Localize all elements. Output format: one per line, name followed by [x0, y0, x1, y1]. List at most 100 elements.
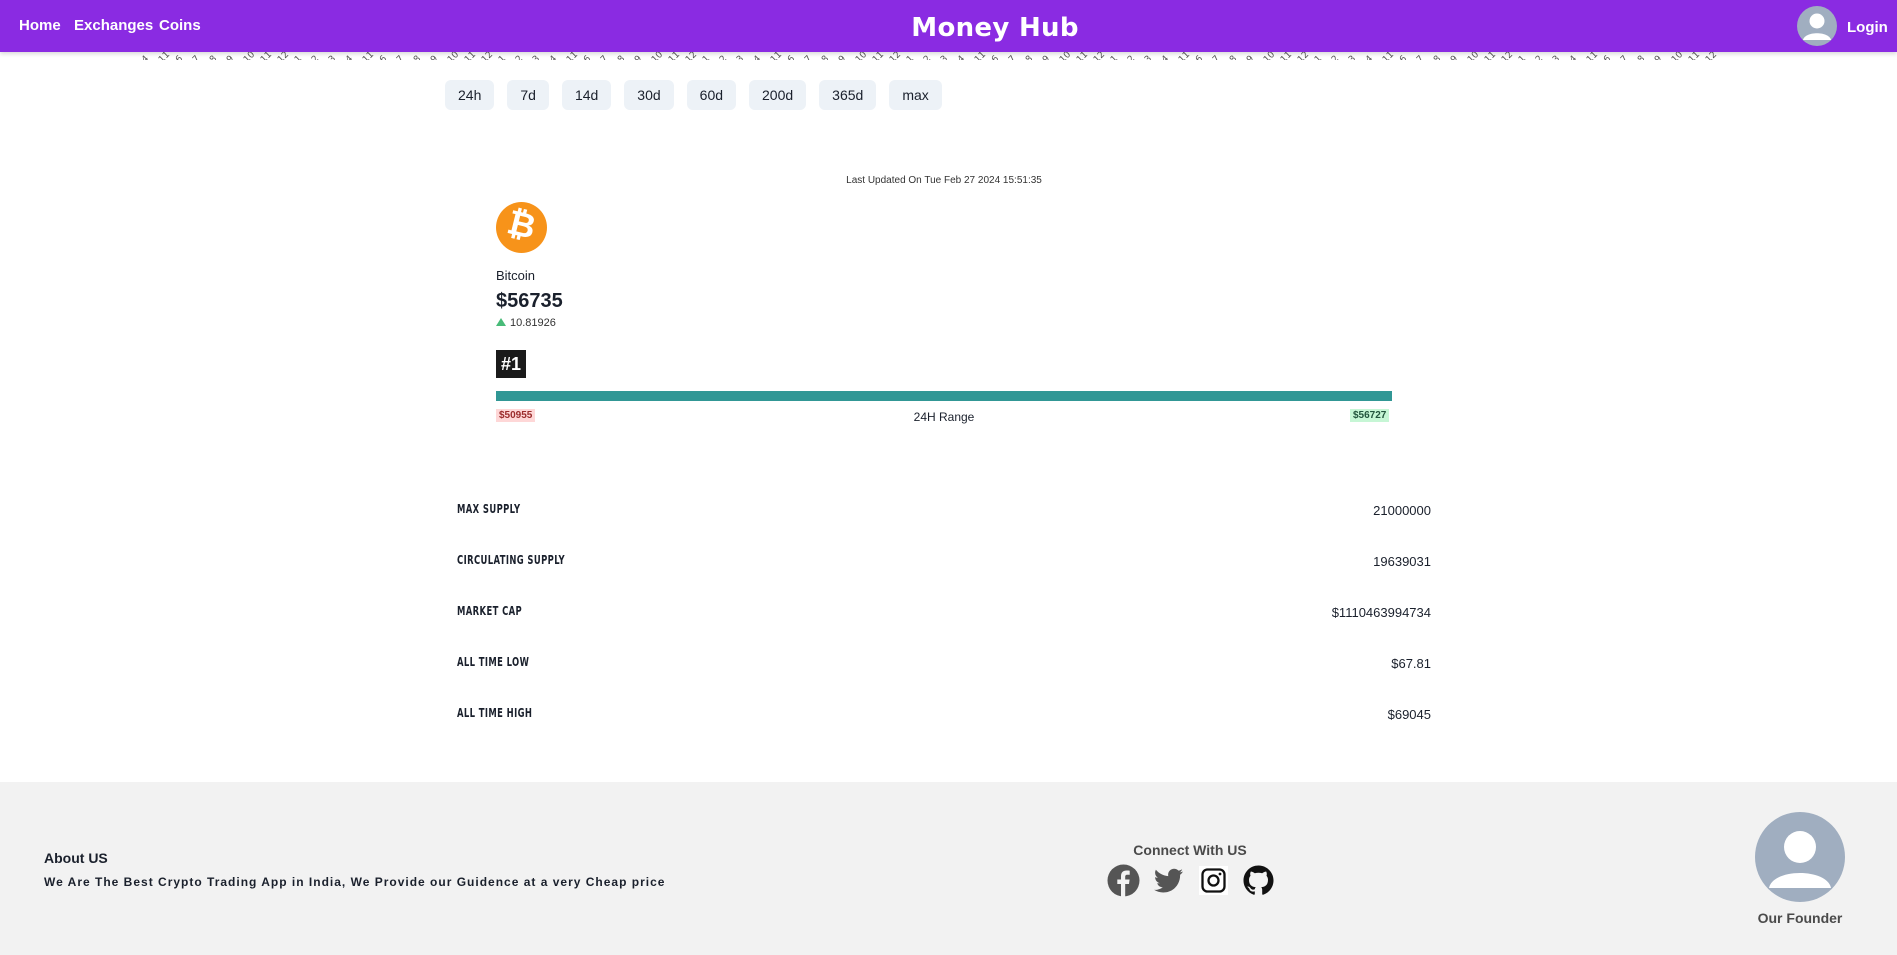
- axis-tick-label: 2: [1126, 53, 1138, 60]
- axis-tick-label: 9: [225, 53, 237, 60]
- axis-tick-label: 9: [633, 53, 645, 60]
- axis-tick-label: 4: [752, 53, 764, 60]
- facebook-icon[interactable]: [1107, 864, 1140, 897]
- top-navbar: Home Exchanges Coins Money Hub Login: [0, 0, 1897, 52]
- range-button-max[interactable]: max: [889, 80, 942, 110]
- coin-name: Bitcoin: [496, 268, 536, 283]
- axis-tick-label: 9: [1449, 53, 1461, 60]
- axis-tick-label: 2: [718, 53, 730, 60]
- range-button-30d[interactable]: 30d: [624, 80, 674, 110]
- axis-tick-label: 4: [344, 53, 356, 60]
- stat-value: $67.81: [1391, 656, 1431, 671]
- axis-tick-label: 7: [1619, 53, 1631, 60]
- stat-label: Max Supply: [457, 502, 521, 516]
- axis-tick-label: 9: [429, 53, 441, 60]
- axis-tick-label: 6: [786, 53, 798, 60]
- axis-tick-label: 4: [956, 53, 968, 60]
- stat-label: Circulating Supply: [457, 553, 566, 567]
- axis-tick-label: 9: [837, 53, 849, 60]
- founder-avatar-icon: [1755, 812, 1845, 902]
- stat-label: All Time High: [457, 706, 533, 720]
- axis-tick-label: 8: [208, 53, 220, 60]
- stat-row-all-time-low: All Time Low $67.81: [457, 655, 1431, 675]
- axis-tick-label: 6: [1602, 53, 1614, 60]
- price-change: 10.81926: [496, 317, 556, 329]
- axis-tick-label: 3: [1347, 53, 1359, 60]
- axis-tick-label: 3: [939, 53, 951, 60]
- stat-value: $1110463994734: [1331, 605, 1431, 620]
- rank-badge: #1: [496, 350, 527, 378]
- axis-tick-label: 6: [174, 53, 186, 60]
- about-title: About US: [44, 850, 108, 866]
- axis-tick-label: 3: [1551, 53, 1563, 60]
- axis-tick-label: 4: [548, 53, 560, 60]
- axis-tick-label: 1: [1109, 53, 1121, 60]
- stat-row-market-cap: Market Cap $1110463994734: [457, 604, 1431, 624]
- stat-row-circulating-supply: Circulating Supply 19639031: [457, 553, 1431, 573]
- stat-row-all-time-high: All Time High $69045: [457, 706, 1431, 726]
- stat-row-max-supply: Max Supply 21000000: [457, 502, 1431, 522]
- login-link[interactable]: Login: [1847, 19, 1888, 36]
- axis-tick-label: 6: [990, 53, 1002, 60]
- github-icon[interactable]: [1242, 864, 1275, 897]
- range-high-badge: $56727: [1350, 409, 1390, 422]
- axis-tick-label: 6: [1398, 53, 1410, 60]
- range-button-365d[interactable]: 365d: [819, 80, 877, 110]
- stat-label: All Time Low: [457, 655, 530, 669]
- range-button-7d[interactable]: 7d: [507, 80, 549, 110]
- axis-tick-label: 7: [1415, 53, 1427, 60]
- axis-tick-label: 3: [327, 53, 339, 60]
- founder-label: Our Founder: [1757, 910, 1843, 926]
- axis-tick-label: 8: [412, 53, 424, 60]
- axis-tick-label: 1: [1517, 53, 1529, 60]
- axis-tick-label: 2: [922, 53, 934, 60]
- axis-tick-label: 8: [616, 53, 628, 60]
- brand-title: Money Hub: [911, 13, 1079, 43]
- axis-tick-label: 1: [701, 53, 713, 60]
- range-button-14d[interactable]: 14d: [561, 80, 612, 110]
- axis-tick-label: 9: [1041, 53, 1053, 60]
- connect-title: Connect With US: [1133, 842, 1247, 858]
- axis-tick-label: 9: [1245, 53, 1257, 60]
- range-button-24h[interactable]: 24h: [445, 80, 495, 110]
- user-avatar-icon[interactable]: [1797, 6, 1837, 46]
- social-links: [1107, 864, 1275, 897]
- range-button-200d[interactable]: 200d: [749, 80, 807, 110]
- footer: About US We Are The Best Crypto Trading …: [0, 782, 1897, 955]
- time-range-selector: 24h 7d 14d 30d 60d 200d 365d max: [445, 80, 942, 110]
- axis-tick-label: 7: [395, 53, 407, 60]
- about-text: We Are The Best Crypto Trading App in In…: [44, 875, 666, 889]
- stat-value: 19639031: [1373, 554, 1431, 569]
- axis-tick-label: 3: [531, 53, 543, 60]
- axis-tick-label: 9: [1653, 53, 1665, 60]
- axis-tick-label: 1: [293, 53, 305, 60]
- axis-tick-label: 1: [1313, 53, 1325, 60]
- bitcoin-logo-icon: ₿: [496, 202, 547, 253]
- range-progress-bar: [496, 391, 1392, 401]
- axis-tick-label: 8: [1228, 53, 1240, 60]
- axis-tick-label: 6: [582, 53, 594, 60]
- axis-tick-label: 2: [1330, 53, 1342, 60]
- coin-price: $56735: [496, 290, 563, 312]
- axis-tick-label: 8: [820, 53, 832, 60]
- instagram-icon[interactable]: [1197, 864, 1230, 897]
- axis-tick-label: 4: [140, 53, 152, 60]
- axis-tick-label: 3: [735, 53, 747, 60]
- axis-tick-label: 8: [1024, 53, 1036, 60]
- range-progress-fill: [496, 391, 1392, 401]
- increase-arrow-icon: [496, 318, 506, 326]
- axis-tick-label: 7: [1211, 53, 1223, 60]
- stat-value: $69045: [1387, 707, 1431, 722]
- axis-tick-label: 1: [905, 53, 917, 60]
- twitter-icon[interactable]: [1152, 864, 1185, 897]
- axis-tick-label: 4: [1568, 53, 1580, 60]
- axis-tick-label: 1: [497, 53, 509, 60]
- price-change-value: 10.81926: [510, 317, 556, 329]
- range-button-60d[interactable]: 60d: [686, 80, 737, 110]
- axis-tick-label: 4: [1160, 53, 1172, 60]
- coin-detail-page: Home Exchanges Coins Money Hub Login 4 1 1…: [0, 0, 1897, 955]
- bitcoin-symbol: ₿: [503, 202, 540, 248]
- axis-tick-label: 2: [1534, 53, 1546, 60]
- axis-tick-label: 8: [1432, 53, 1444, 60]
- axis-tick-label: 7: [1007, 53, 1019, 60]
